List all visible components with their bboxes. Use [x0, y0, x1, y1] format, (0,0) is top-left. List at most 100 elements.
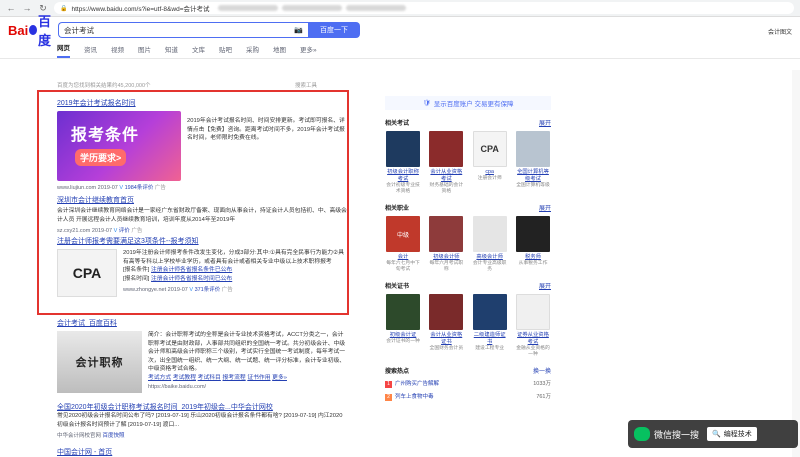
related-item[interactable]: 全国计算机等级考试 全国计算机等级 — [515, 131, 551, 195]
tab-wenku[interactable]: 文库 — [192, 44, 205, 58]
lock-icon: 🔒 — [60, 5, 68, 12]
browser-toolbar: ← → ↻ 🔒 https://www.baidu.com/s?ie=utf-8… — [0, 0, 800, 17]
result-ad-3: 注册会计师报考需要满足这3项条件--报考须知 CPA 2019年注册会计师报考条… — [57, 236, 347, 297]
cert-image — [386, 294, 420, 330]
job-image — [429, 216, 464, 252]
camera-icon[interactable]: 📷 — [294, 26, 303, 34]
related-item[interactable]: 初级会计证 会计证书的一种 — [385, 294, 421, 358]
job-image — [515, 216, 550, 252]
refresh-link[interactable]: 换一换 — [533, 366, 551, 375]
hot-item[interactable]: 1 广州购买广告解解 1033万 — [385, 379, 551, 388]
result-ad-2: 深圳市会计继续教育首页 会计深圳会计继续教育网络会计是一家经广东省财政厅备案、现… — [57, 195, 347, 234]
search-icon: 🔍 — [712, 431, 721, 438]
related-certs-grid: 初级会计证 会计证书的一种 会计从业资格证书 全国财务会计员 二级建造师证书 建… — [385, 294, 551, 358]
hot-search-header: 搜索热点 换一换 — [385, 366, 551, 375]
search-tabs: 网页 资讯 视频 图片 知道 文库 贴吧 采购 地图 更多» — [0, 43, 800, 59]
related-exams-header: 相关考试 展开 — [385, 118, 551, 127]
v-icon: V — [113, 228, 118, 234]
tab-zhidao[interactable]: 知道 — [165, 44, 178, 58]
result-url-line: 中华会计网校官网 百度快照 — [57, 433, 125, 439]
address-bar[interactable]: 🔒 https://www.baidu.com/s?ie=utf-8&wd=会计… — [54, 2, 794, 14]
job-image — [472, 216, 507, 252]
result-organic-2: 中国会计网 - 首页 — [57, 447, 347, 457]
search-input[interactable]: 会计考试 📷 — [58, 22, 308, 38]
wechat-search-box: 🔍 编程技术 — [707, 427, 757, 441]
related-item[interactable]: 初级会计师 每年六月考试职称 — [428, 216, 464, 273]
search-tools[interactable]: 搜索工具 — [295, 81, 317, 89]
result-snippet: 会计深圳会计继续教育网络会计是一家经广东省财政厅备案、现面向从事会计，持证会计人… — [57, 208, 347, 223]
result-url-line: www.liujiun.com 2019-07 V 1984条评价 广告 — [57, 185, 166, 191]
result-count: 百度为您找到相关结果约45,200,000个 搜索工具 — [57, 81, 317, 89]
result-title[interactable]: 深圳市会计继续教育首页 — [57, 197, 134, 204]
header-link[interactable]: 会计图文 — [768, 27, 792, 36]
sub-link[interactable]: 注册会计师各省报名时间已公布 — [151, 276, 232, 282]
wechat-watermark: 微信搜一搜 🔍 编程技术 — [628, 420, 798, 448]
expand-link[interactable]: 展开 — [539, 281, 551, 290]
related-jobs-grid: 中级 会计 每年六七月中下旬考试 初级会计师 每年六月考试职称 高级会计师 会计… — [385, 216, 551, 273]
result-ad-1: 2019年会计考试报名时间 报考条件 学历要求> 2019年会计考试报名时间、时… — [57, 98, 347, 191]
paw-icon — [29, 25, 37, 35]
result-url-line: www.zhongye.net 2019-07 V 371条评价 广告 — [123, 287, 233, 293]
related-jobs-header: 相关职业 展开 — [385, 203, 551, 212]
tab-more[interactable]: 更多» — [300, 44, 317, 58]
hot-item[interactable]: 2 列车上食物中毒 761万 — [385, 392, 551, 401]
certificate-image — [386, 131, 420, 167]
v-icon: V — [119, 185, 124, 191]
expand-link[interactable]: 展开 — [539, 118, 551, 127]
baike-thumbnail[interactable]: 会计职称 — [57, 331, 142, 393]
result-thumbnail[interactable]: 报考条件 学历要求> — [57, 111, 181, 181]
related-item[interactable]: 中级 会计 每年六七月中下旬考试 — [385, 216, 421, 273]
result-title[interactable]: 2019年会计考试报名时间 — [57, 100, 136, 107]
cpa-thumbnail[interactable]: CPA — [57, 249, 117, 297]
tab-tieba[interactable]: 贴吧 — [219, 44, 232, 58]
tab-news[interactable]: 资讯 — [84, 44, 97, 58]
shield-icon: 🛡 — [422, 100, 431, 107]
result-title[interactable]: 中国会计网 - 首页 — [57, 449, 112, 456]
cert-image — [515, 294, 550, 330]
url-text: https://www.baidu.com/s?ie=utf-8&wd=会计考试 — [71, 6, 210, 13]
result-snippet: 简介：会计职称考试的全称是会计专业技术资格考试，ACCT分类之一，会计职称考试是… — [148, 332, 346, 372]
cert-image — [429, 294, 464, 330]
job-image: 中级 — [386, 216, 420, 252]
result-url-line: sz.cxy21.com 2019-07 V 评价 广告 — [57, 228, 143, 234]
result-organic: 全国2020年初级会计职称考试报名时间_2019年初级会...中华会计网校 常见… — [57, 402, 347, 439]
expand-link[interactable]: 展开 — [539, 203, 551, 212]
result-title[interactable]: 会计考试_百度百科 — [57, 320, 117, 327]
result-snippet: 常见2020初级会计报名时间公布了吗? [2019-07-19] 乐山2020初… — [57, 413, 343, 428]
right-sidebar: 🛡 显示百度账户 交易更有保障 相关考试 展开 初级会计职称考试 会计初级专业技… — [385, 96, 551, 401]
baike-links: 考试方式 考试教程 考试科目 报考流程 证书作用 更多» — [148, 374, 287, 381]
tab-images[interactable]: 图片 — [138, 44, 151, 58]
cert-image — [472, 294, 507, 330]
baidu-header: Bai 百度 会计考试 📷 百度一下 会计图文 — [0, 14, 800, 48]
wechat-icon — [634, 427, 650, 441]
baidu-logo[interactable]: Bai 百度 — [8, 11, 58, 49]
cpa-image: CPA — [472, 131, 507, 167]
sub-link[interactable]: 注册会计师各省报名条件已公布 — [151, 267, 232, 273]
related-item[interactable]: 高级会计师 会计专业高级职务 — [472, 216, 508, 273]
result-snippet: 2019年会计考试报名时间、时间安排更新。考试即可报名、详情点击【免费】咨询。距… — [187, 118, 345, 141]
related-exams-grid: 初级会计职称考试 会计初级专业技术资格 会计从业资格考试 财务基础的会计资格 C… — [385, 131, 551, 195]
result-baike: 会计考试_百度百科 会计职称 简介：会计职称考试的全称是会计专业技术资格考试，A… — [57, 318, 347, 393]
tab-web[interactable]: 网页 — [57, 42, 70, 58]
search-button[interactable]: 百度一下 — [308, 22, 360, 38]
related-item[interactable]: 证券从业资格考试 金融从业资格的一种 — [515, 294, 551, 358]
result-title[interactable]: 注册会计师报考需要满足这3项条件--报考须知 — [57, 238, 199, 245]
related-certs-header: 相关证书 展开 — [385, 281, 551, 290]
related-item[interactable]: 会计从业资格证书 全国财务会计员 — [428, 294, 464, 358]
tab-video[interactable]: 视频 — [111, 44, 124, 58]
related-item[interactable]: 会计从业资格考试 财务基础的会计资格 — [428, 131, 464, 195]
blurred-bookmarks — [217, 5, 406, 11]
promo-banner[interactable]: 🛡 显示百度账户 交易更有保障 — [385, 96, 551, 110]
vertical-scrollbar[interactable] — [792, 70, 800, 457]
certificate-image — [429, 131, 464, 167]
related-item[interactable]: 二级建造师证书 建设工程专业 — [472, 294, 508, 358]
related-item[interactable]: 初级会计职称考试 会计初级专业技术资格 — [385, 131, 421, 195]
related-item[interactable]: 税务师 从事税务工作 — [515, 216, 551, 273]
certificate-image — [515, 131, 550, 167]
result-title[interactable]: 全国2020年初级会计职称考试报名时间_2019年初级会...中华会计网校 — [57, 404, 273, 411]
result-snippet: 2019年注册会计师报考条件改发生变化，分成3部分:其中:①具有完全民事行为能力… — [123, 250, 345, 265]
v-icon: V — [189, 287, 194, 293]
tab-caigou[interactable]: 采购 — [246, 44, 259, 58]
tab-map[interactable]: 地图 — [273, 44, 286, 58]
related-item[interactable]: CPA cpa 注册会计师 — [472, 131, 508, 195]
